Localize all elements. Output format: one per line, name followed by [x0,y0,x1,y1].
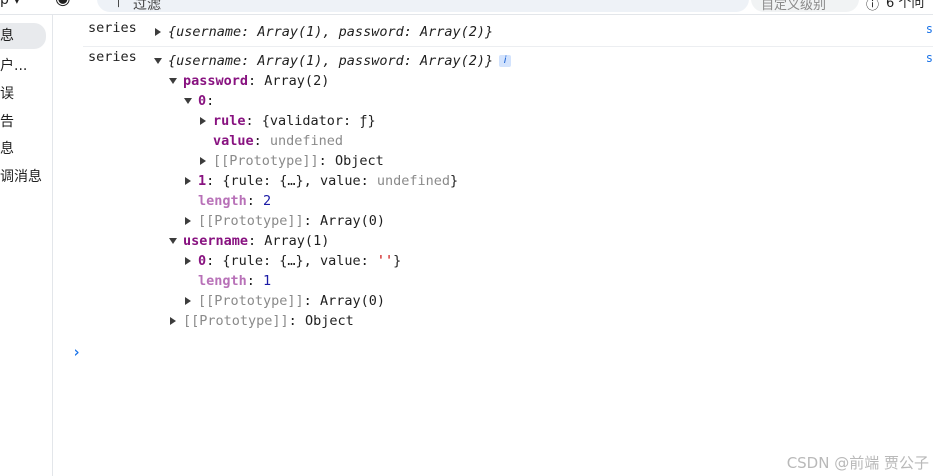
filter-icon: ⊤ [113,0,125,11]
tree-row-prototype[interactable]: [[Prototype]]: Object [213,151,384,171]
tree-row-rule[interactable]: rule: {validator: ƒ} [213,111,376,131]
log-label: series [88,20,137,36]
expand-arrow-icon[interactable] [183,291,193,311]
sidebar-item-user-messages[interactable]: 户... [0,53,52,79]
expand-arrow-icon[interactable] [183,251,193,271]
expand-arrow-icon[interactable] [153,22,163,42]
expand-arrow-icon[interactable] [198,151,208,171]
console-prompt-icon[interactable]: › [72,343,81,361]
log-object-summary[interactable]: {username: Array(1), password: Array(2)} [168,22,493,42]
eye-icon[interactable]: ◉ [55,0,71,9]
expand-arrow-icon[interactable] [198,111,208,131]
tree-row-password-1[interactable]: 1: {rule: {…}, value: undefined} [198,171,458,191]
watermark: CSDN @前端 贾公子 [786,454,929,472]
filter-placeholder: 过滤 [133,0,161,13]
log-object-summary: {username: Array(1), password: Array(2)} [168,53,494,69]
tree-row-prototype[interactable]: [[Prototype]]: Array(0) [198,291,385,311]
sidebar-item-errors[interactable]: 误 [0,81,52,107]
filter-input[interactable]: ⊤ 过滤 [97,0,749,13]
tree-row-prototype[interactable]: [[Prototype]]: Object [183,311,354,331]
sidebar-item-info[interactable]: 息 [0,136,52,162]
source-link[interactable]: s [926,22,933,36]
tree-row-username[interactable]: username: Array(1) [183,231,329,251]
expand-arrow-icon[interactable] [183,211,193,231]
issues-count[interactable]: 6 个问 [886,0,924,11]
collapse-arrow-icon[interactable] [153,51,163,71]
tree-row-password-0[interactable]: 0: [198,91,214,111]
collapse-arrow-icon[interactable] [168,231,178,251]
log-level-label: 自定义级别 [761,0,827,13]
log-level-select[interactable]: 自定义级别 [751,0,859,13]
log-separator [83,46,933,47]
tree-row-value: value: undefined [213,133,344,149]
tree-row-username-0[interactable]: 0: {rule: {…}, value: ''} [198,251,401,271]
source-link[interactable]: s [926,51,933,65]
sidebar-item-verbose[interactable]: 调消息 [0,164,52,190]
console-toolbar: p ▾ ◉ ⊤ 过滤 自定义级别 ⓘ 6 个问 [0,0,933,15]
log-object-summary-row[interactable]: {username: Array(1), password: Array(2)}… [168,51,512,71]
expand-arrow-icon[interactable] [168,311,178,331]
issues-icon[interactable]: ⓘ [866,0,879,13]
context-selector[interactable]: p ▾ [0,0,20,8]
tree-row-length: length: 2 [198,193,272,209]
expand-arrow-icon[interactable] [183,171,193,191]
sidebar-item-warnings[interactable]: 告 [0,109,52,135]
collapse-arrow-icon[interactable] [168,71,178,91]
sidebar-item-messages[interactable]: 息 [0,23,46,49]
tree-row-password[interactable]: password: Array(2) [183,71,329,91]
tree-row-length: length: 1 [198,273,272,289]
collapse-arrow-icon[interactable] [183,91,193,111]
console-sidebar: 息 户... 误 告 息 调消息 [0,15,53,476]
info-icon[interactable]: i [499,55,512,67]
tree-row-prototype[interactable]: [[Prototype]]: Array(0) [198,211,385,231]
log-label: series [88,49,137,65]
